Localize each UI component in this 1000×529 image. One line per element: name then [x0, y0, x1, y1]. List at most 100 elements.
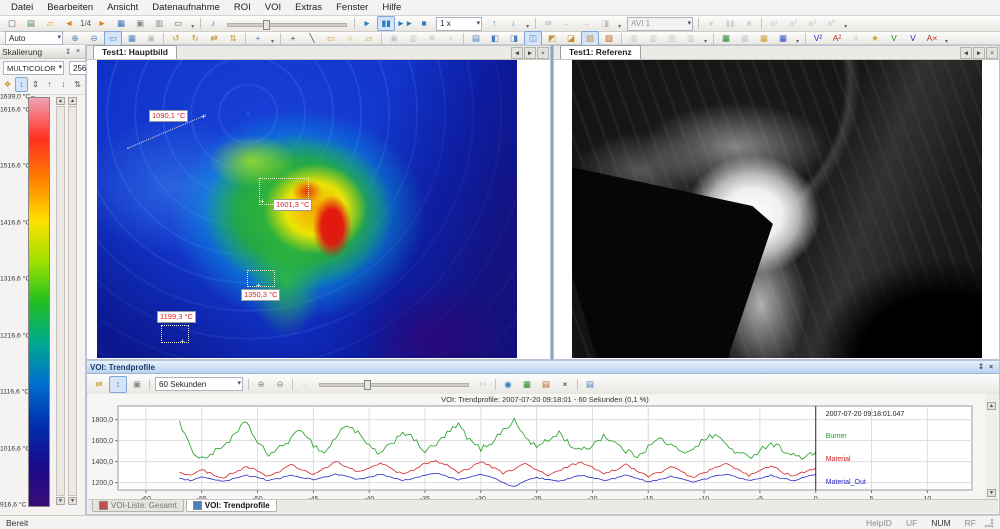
alarm-a4-icon[interactable]: aª	[822, 16, 840, 31]
save-icon[interactable]: ▦	[112, 16, 130, 31]
voi-create-icon[interactable]: V²	[809, 31, 827, 46]
open-report-icon[interactable]: ▤	[22, 16, 40, 31]
time-slider[interactable]	[319, 380, 469, 388]
new-roi-icon[interactable]: +	[284, 31, 302, 46]
tab-close-icon[interactable]: ×	[986, 47, 998, 59]
temperature-annotation[interactable]: 1090,1 °C	[149, 110, 188, 122]
alarm-a1-icon[interactable]: a¹	[765, 16, 783, 31]
fast-forward-icon[interactable]: ►►	[396, 16, 414, 31]
menu-voi[interactable]: VOI	[258, 0, 288, 15]
print-icon[interactable]: ▭	[169, 16, 187, 31]
polygon-roi-icon[interactable]: ▱	[360, 31, 378, 46]
toolbar-overflow-icon[interactable]: ▾	[188, 17, 197, 30]
export-excel-icon[interactable]: ▦	[518, 376, 536, 393]
avi-combo[interactable]: AVI 1	[627, 17, 693, 31]
grid-green-icon[interactable]: ▦	[717, 31, 735, 46]
menu-ansicht[interactable]: Ansicht	[100, 0, 145, 15]
scale-min-up-arrow-icon[interactable]: ▲	[68, 97, 77, 105]
tab-scroll-right-icon[interactable]: ►	[973, 47, 985, 59]
paste-roi-icon[interactable]: ▥	[404, 31, 422, 46]
flip-horizontal-icon[interactable]: ⇄	[205, 31, 223, 46]
full-range-icon[interactable]: ⇅	[71, 77, 84, 92]
tab-close-icon[interactable]: ×	[537, 47, 549, 59]
toolbar-overflow-icon[interactable]: ▾	[523, 17, 532, 30]
rotate-right-icon[interactable]: ↻	[186, 31, 204, 46]
menu-datei[interactable]: Datei	[4, 0, 40, 15]
range-up-icon[interactable]: ↑	[43, 77, 56, 92]
next-image-icon[interactable]: ►	[93, 16, 111, 31]
new-document-icon[interactable]: ▢	[3, 16, 21, 31]
matrix-icon[interactable]: ▦	[774, 31, 792, 46]
voi-edit-icon[interactable]: A	[847, 31, 865, 46]
roi-list-icon[interactable]: ▤	[467, 31, 485, 46]
menu-roi[interactable]: ROI	[227, 0, 258, 15]
copy-roi-icon[interactable]: ▣	[385, 31, 403, 46]
snapshot-icon[interactable]: ◨	[596, 16, 614, 31]
show-legend-icon[interactable]: ◉	[499, 376, 517, 393]
pin-icon[interactable]: ↧	[63, 47, 73, 57]
step-down-icon[interactable]: ↓	[504, 16, 522, 31]
delete-roi-icon[interactable]: ×	[442, 31, 460, 46]
rotate-left-icon[interactable]: ↺	[167, 31, 185, 46]
alarm-a2-icon[interactable]: a²	[784, 16, 802, 31]
thermal-image[interactable]: +1090,1 °C+1601,3 °C+1350,3 °C+1199,3 °C	[97, 60, 517, 358]
scale-max-up-arrow-icon[interactable]: ▲	[56, 97, 65, 105]
menu-datenaufnahme[interactable]: Datenaufnahme	[145, 0, 227, 15]
trend-tab-voi-liste[interactable]: VOI-Liste: Gesamt	[92, 500, 184, 512]
roi-export-icon[interactable]: ◨	[505, 31, 523, 46]
manual-range-icon[interactable]: ⇕	[29, 77, 42, 92]
scroll-up-icon[interactable]: ▲	[987, 402, 996, 410]
play-icon[interactable]: ►	[358, 16, 376, 31]
speed-combo[interactable]: 1 x	[436, 17, 482, 31]
scroll-down-icon[interactable]: ▼	[987, 489, 996, 497]
refresh-icon[interactable]: ⇄	[90, 376, 108, 393]
roi-stat1-icon[interactable]: ▥	[625, 31, 643, 46]
chart-zoom-in-icon[interactable]: ⊕	[252, 376, 270, 393]
roi-stat3-icon[interactable]: ▥	[663, 31, 681, 46]
chart-zoom-out-icon[interactable]: ⊖	[271, 376, 289, 393]
export-table-icon[interactable]: ▤	[537, 376, 555, 393]
toolbar-overflow-icon[interactable]: ▾	[701, 32, 710, 45]
line-roi-icon[interactable]: ╲	[303, 31, 321, 46]
roi-stat4-icon[interactable]: ▥	[682, 31, 700, 46]
rect-roi-icon[interactable]: ▭	[322, 31, 340, 46]
flip-vertical-icon[interactable]: ⇅	[224, 31, 242, 46]
interval-combo[interactable]: 60 Sekunden	[155, 377, 243, 391]
clear-chart-icon[interactable]: ×	[556, 376, 574, 393]
close-icon[interactable]: ×	[986, 362, 996, 372]
next-marker-icon[interactable]: →	[577, 16, 595, 31]
scale-mode-combo[interactable]: Auto	[5, 31, 63, 45]
grid-gray-icon[interactable]: ▦	[736, 31, 754, 46]
record-stop-icon[interactable]: ■	[740, 16, 758, 31]
tab-scroll-left-icon[interactable]: ◄	[960, 47, 972, 59]
table-icon[interactable]: ▦	[755, 31, 773, 46]
voi-trend-icon[interactable]: V	[904, 31, 922, 46]
alarm-a3-icon[interactable]: a³	[803, 16, 821, 31]
roi-fill-icon[interactable]: ▨	[581, 31, 599, 46]
prev-image-icon[interactable]: ◄	[60, 16, 78, 31]
roi-stat2-icon[interactable]: ▥	[644, 31, 662, 46]
roi-lock-icon[interactable]: ◫	[524, 31, 542, 46]
tab-referenz[interactable]: Test1: Referenz	[560, 45, 641, 59]
pin-icon[interactable]: ↧	[976, 362, 986, 372]
voi-list-icon[interactable]: V	[885, 31, 903, 46]
menu-bearbeiten[interactable]: Bearbeiten	[40, 0, 100, 15]
temperature-annotation[interactable]: 1199,3 °C	[157, 311, 196, 323]
voi-star-icon[interactable]: ★	[866, 31, 884, 46]
range-down-icon[interactable]: ↓	[57, 77, 70, 92]
reference-image[interactable]	[572, 60, 982, 358]
volume-slider[interactable]	[227, 20, 347, 28]
copy-image-icon[interactable]: ▣	[131, 16, 149, 31]
zoom-in-icon[interactable]: ⊕	[66, 31, 84, 46]
step-up-icon[interactable]: ↑	[485, 16, 503, 31]
scale-min-down-arrow-icon[interactable]: ▼	[68, 497, 77, 505]
tab-hauptbild[interactable]: Test1: Hauptbild	[93, 45, 177, 59]
fullscreen-icon[interactable]: ▣	[142, 31, 160, 46]
chart-scrollbar[interactable]: ▲ ▼	[985, 394, 998, 506]
palette-icon[interactable]: ❖	[1, 77, 14, 92]
palette-combo[interactable]: MULTICOLOR	[3, 61, 64, 75]
toolbar-overflow-icon[interactable]: ▾	[268, 32, 277, 45]
toolbar-overflow-icon[interactable]: ▾	[942, 32, 951, 45]
stop-icon[interactable]: ■	[415, 16, 433, 31]
roi-color-icon[interactable]: ◪	[562, 31, 580, 46]
